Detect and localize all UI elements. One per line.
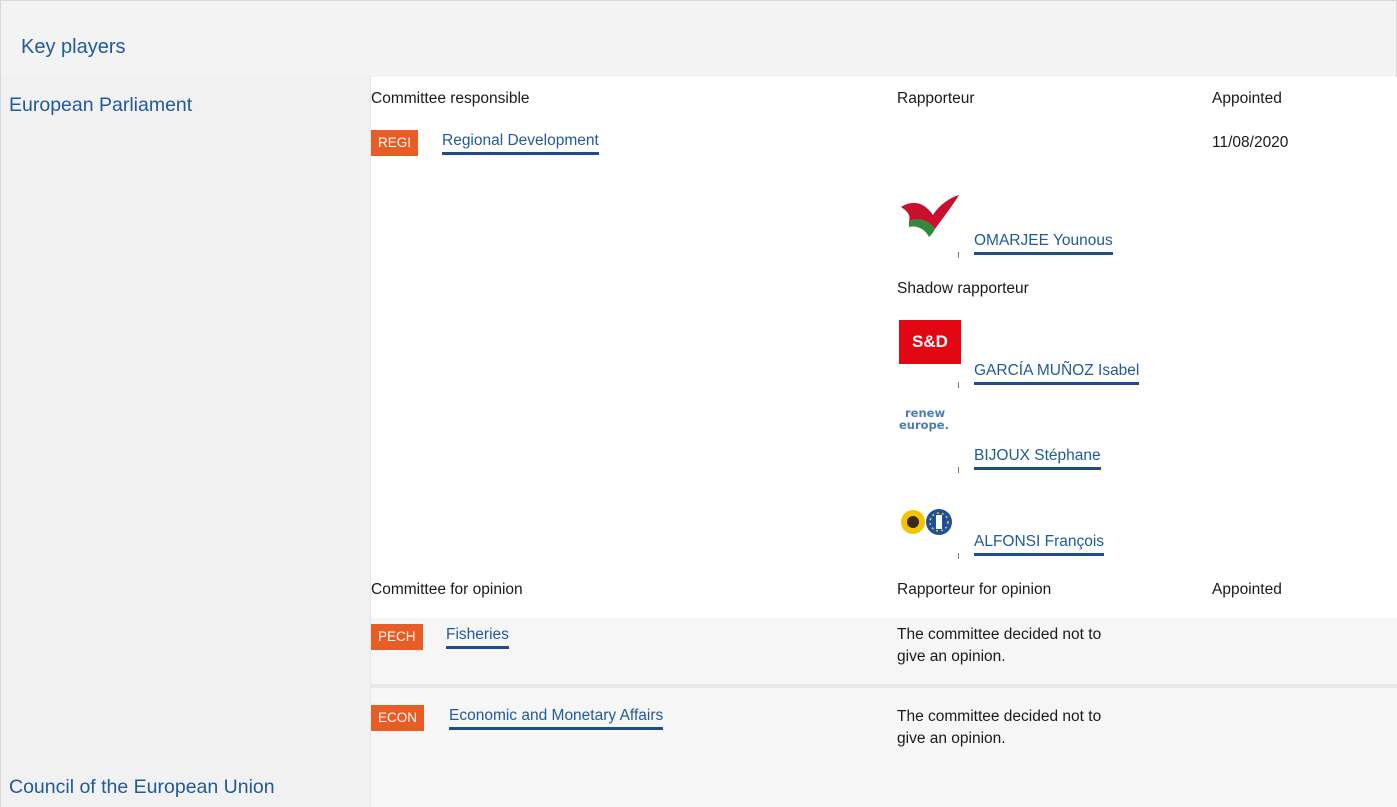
appointed-opinion-heading: Appointed bbox=[1212, 581, 1282, 598]
rapporteur-heading: Rapporteur bbox=[897, 90, 975, 107]
committee-link-fisheries[interactable]: Fisheries bbox=[446, 626, 509, 649]
committee-code-badge: REGI bbox=[371, 130, 419, 156]
committee-responsible-heading: Committee responsible bbox=[371, 90, 530, 107]
committee-link-regional-development[interactable]: Regional Development bbox=[442, 132, 599, 155]
rapporteur-opinion-heading: Rapporteur for opinion bbox=[897, 581, 1052, 598]
committee-opinion-heading: Committee for opinion bbox=[371, 581, 523, 598]
rapporteur-link[interactable]: OMARJEE Younous bbox=[974, 232, 1113, 255]
committee-code-badge: PECH bbox=[371, 624, 423, 650]
european-parliament-label[interactable]: European Parliament bbox=[9, 94, 192, 117]
appointed-heading: Appointed bbox=[1212, 90, 1282, 107]
renew-europe-group-logo-icon: renew europe. bbox=[899, 406, 949, 432]
institution-column: European Parliament Council of the Europ… bbox=[0, 76, 371, 807]
greens-efa-group-logo-icon bbox=[901, 509, 952, 535]
opinion-note: The committee decided not to give an opi… bbox=[897, 708, 1102, 747]
section-title: Key players bbox=[21, 36, 126, 58]
shadow-rapporteur-link[interactable]: BIJOUX Stéphane bbox=[974, 447, 1101, 470]
opinion-row-background bbox=[371, 688, 1397, 807]
s-and-d-group-logo-icon: S&D bbox=[899, 320, 961, 364]
shadow-rapporteur-label: Shadow rapporteur bbox=[897, 280, 1029, 297]
shadow-rapporteur-link[interactable]: ALFONSI François bbox=[974, 533, 1105, 556]
committee-code-badge: ECON bbox=[371, 705, 425, 731]
committee-link-economic-monetary-affairs[interactable]: Economic and Monetary Affairs bbox=[449, 707, 664, 730]
opinion-row-background bbox=[371, 618, 1397, 684]
appointed-date: 11/08/2020 bbox=[1212, 134, 1289, 151]
opinion-note: The committee decided not to give an opi… bbox=[897, 626, 1102, 665]
council-label[interactable]: Council of the European Union bbox=[9, 776, 275, 799]
gue-ngl-group-logo-icon bbox=[901, 195, 959, 237]
key-players-header: Key players bbox=[0, 0, 1397, 77]
shadow-rapporteur-link[interactable]: GARCÍA MUÑOZ Isabel bbox=[974, 362, 1140, 385]
